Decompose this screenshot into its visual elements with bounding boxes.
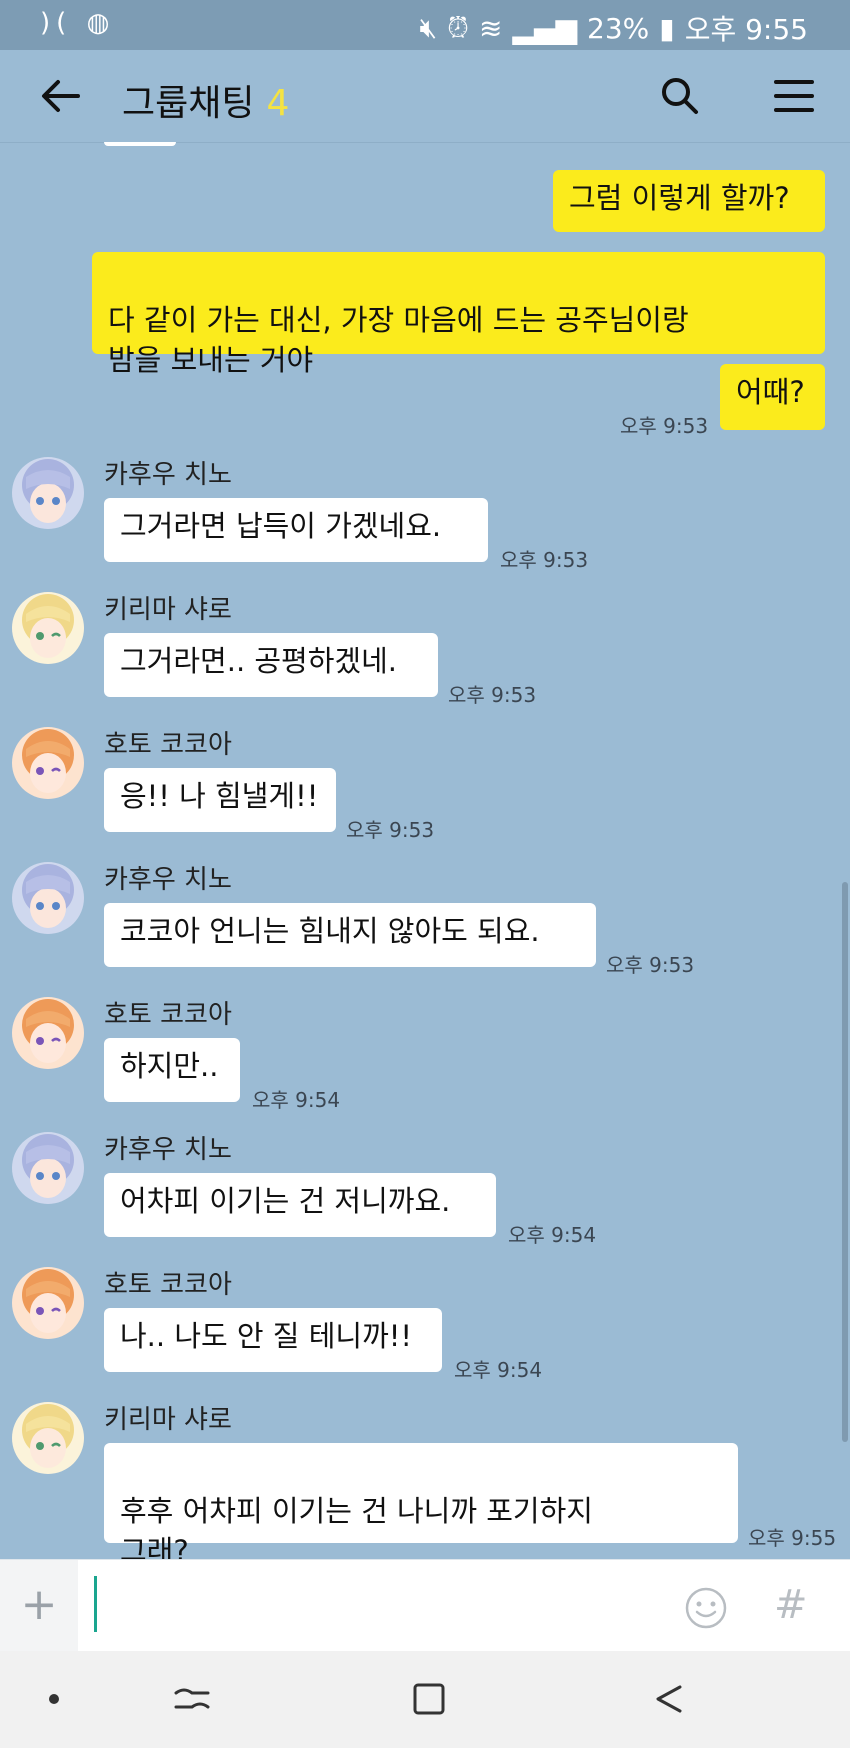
cocoa-avatar-icon [12, 997, 84, 1069]
message-text: 응!! 나 힘낼게!! [120, 779, 319, 813]
attach-area: + [0, 1560, 78, 1652]
search-button[interactable] [652, 68, 708, 124]
emoji-icon [685, 1587, 727, 1629]
sender-name: 카후우 치노 [104, 865, 232, 895]
message-time: 오후 9:53 [620, 414, 709, 438]
emoji-button[interactable] [684, 1586, 728, 1630]
system-navigation-bar [0, 1651, 850, 1748]
message-time: 오후 9:54 [252, 1088, 341, 1112]
message-list[interactable]: 그럼 이렇게 할까? 다 같이 가는 대신, 가장 마음에 드는 공주님이랑 밤… [0, 142, 850, 1559]
clock: 오후 9:55 [684, 13, 808, 46]
their-message-bubble[interactable]: 그거라면.. 공평하겠네. [104, 633, 438, 697]
page-title: 그룹채팅 4 [122, 74, 289, 126]
sender-name: 카후우 치노 [104, 460, 232, 490]
plus-icon[interactable]: + [18, 1580, 60, 1630]
my-message-bubble[interactable]: 그럼 이렇게 할까? [553, 170, 825, 232]
cocoa-avatar-icon [12, 1267, 84, 1339]
message-time: 오후 9:53 [346, 818, 435, 842]
chino-avatar-icon [12, 862, 84, 934]
message-text: 코코아 언니는 힘내지 않아도 되요. [120, 914, 540, 948]
message-text: 하지만.. [120, 1049, 219, 1083]
message-time: 오후 9:53 [606, 953, 695, 977]
message-text: 다 같이 가는 대신, 가장 마음에 드는 공주님이랑 밤을 보내는 거야 [108, 303, 689, 377]
battery-level: 23% [587, 11, 650, 45]
avatar[interactable] [12, 727, 84, 799]
message-input[interactable] [94, 1582, 654, 1632]
back-button[interactable] [36, 68, 92, 124]
message-text: 어때? [736, 375, 805, 409]
alarm-icon: ⏰︎ [447, 11, 469, 44]
sender-name: 호토 코코아 [104, 730, 232, 760]
search-icon [662, 78, 698, 114]
avatar[interactable] [12, 997, 84, 1069]
arrow-left-icon [42, 80, 80, 112]
member-count: 4 [266, 83, 290, 124]
avatar[interactable] [12, 592, 84, 664]
their-message-bubble[interactable]: 그거라면 납득이 가겠네요. [104, 498, 488, 562]
my-message-bubble[interactable]: 어때? [720, 364, 825, 430]
menu-button[interactable] [766, 68, 822, 124]
message-text: 후후 어차피 이기는 건 나니까 포기하지 그래? [120, 1494, 593, 1559]
sender-name: 키리마 샤로 [104, 1405, 232, 1435]
sender-name: 호토 코코아 [104, 1000, 232, 1030]
their-message-bubble[interactable]: 하지만.. [104, 1038, 240, 1102]
signal-icon: ▂▄▆ [512, 11, 578, 45]
avatar[interactable] [12, 1402, 84, 1474]
avatar[interactable] [12, 1267, 84, 1339]
their-message-bubble[interactable]: 코코아 언니는 힘내지 않아도 되요. [104, 903, 596, 967]
chat-header: 그룹채팅 4 [0, 50, 850, 143]
message-time: 오후 9:53 [448, 683, 537, 707]
cocoa-avatar-icon [12, 727, 84, 799]
message-time: 오후 9:55 [748, 1526, 837, 1550]
chino-avatar-icon [12, 1132, 84, 1204]
battery-icon: ▮ [659, 11, 675, 45]
signal-scan-icon: )( [40, 8, 73, 38]
avatar[interactable] [12, 1132, 84, 1204]
their-message-bubble[interactable]: 후후 어차피 이기는 건 나니까 포기하지 그래? [104, 1443, 738, 1559]
mute-icon: 🔇︎ [419, 11, 438, 44]
message-time: 오후 9:54 [454, 1358, 543, 1382]
scrollbar[interactable] [842, 882, 848, 1442]
hamburger-menu-icon [774, 80, 814, 112]
chat-title: 그룹채팅 [122, 83, 255, 124]
avatar[interactable] [12, 862, 84, 934]
sender-name: 호토 코코아 [104, 1270, 232, 1300]
message-text: 그거라면 납득이 가겠네요. [120, 509, 442, 543]
their-message-bubble[interactable]: 어차피 이기는 건 저니까요. [104, 1173, 496, 1237]
globe-icon: ◍ [86, 8, 116, 38]
sharo-avatar-icon [12, 592, 84, 664]
my-message-bubble[interactable]: 다 같이 가는 대신, 가장 마음에 드는 공주님이랑 밤을 보내는 거야 [92, 252, 825, 377]
back-nav-icon[interactable] [644, 1675, 692, 1723]
previous-message-edge [104, 142, 176, 146]
message-input-bar: + # [0, 1559, 850, 1652]
sharo-avatar-icon [12, 1402, 84, 1474]
recent-apps-icon[interactable] [168, 1675, 216, 1723]
status-left-icons: )( ◍ [40, 8, 115, 38]
message-time: 오후 9:53 [500, 548, 589, 572]
message-text: 그럼 이렇게 할까? [569, 181, 790, 215]
home-icon[interactable] [405, 1675, 453, 1723]
dot-icon[interactable] [30, 1675, 78, 1723]
message-text: 나.. 나도 안 질 테니까!! [120, 1319, 413, 1353]
message-text: 어차피 이기는 건 저니까요. [120, 1184, 451, 1218]
message-text: 그거라면.. 공평하겠네. [120, 644, 397, 678]
hash-icon[interactable]: # [774, 1580, 808, 1630]
status-bar: )( ◍ 🔇︎ ⏰︎ ≋ ▂▄▆ 23% ▮ 오후 9:55 [0, 0, 850, 50]
message-time: 오후 9:54 [508, 1223, 597, 1247]
wifi-icon: ≋ [478, 11, 503, 45]
avatar[interactable] [12, 457, 84, 529]
sender-name: 키리마 샤로 [104, 595, 232, 625]
their-message-bubble[interactable]: 응!! 나 힘낼게!! [104, 768, 336, 832]
chino-avatar-icon [12, 457, 84, 529]
status-right: 🔇︎ ⏰︎ ≋ ▂▄▆ 23% ▮ 오후 9:55 [419, 8, 808, 48]
their-message-bubble[interactable]: 나.. 나도 안 질 테니까!! [104, 1308, 442, 1372]
sender-name: 카후우 치노 [104, 1135, 232, 1165]
